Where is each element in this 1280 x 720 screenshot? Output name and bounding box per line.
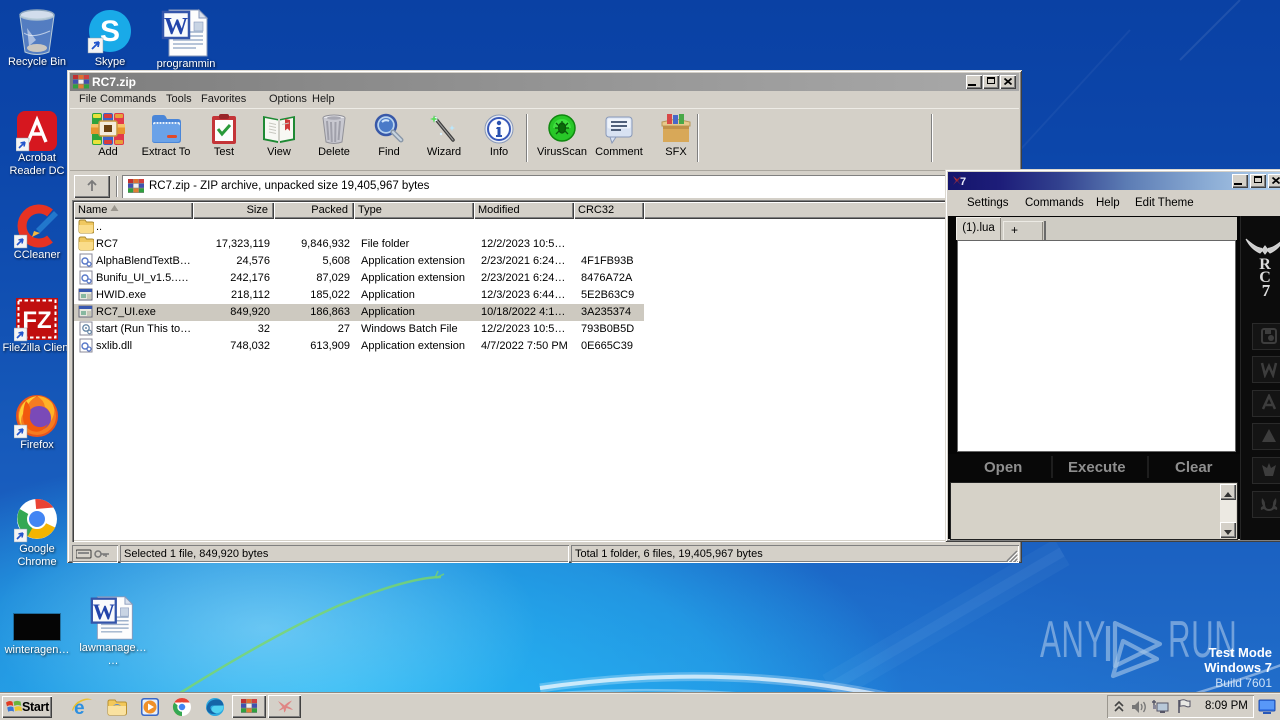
svg-text:W: W bbox=[93, 599, 115, 624]
svg-text:7: 7 bbox=[960, 176, 966, 187]
svg-text:7: 7 bbox=[1262, 281, 1271, 298]
svg-text:ANY: ANY bbox=[1040, 611, 1106, 669]
svg-text:W: W bbox=[164, 14, 188, 40]
